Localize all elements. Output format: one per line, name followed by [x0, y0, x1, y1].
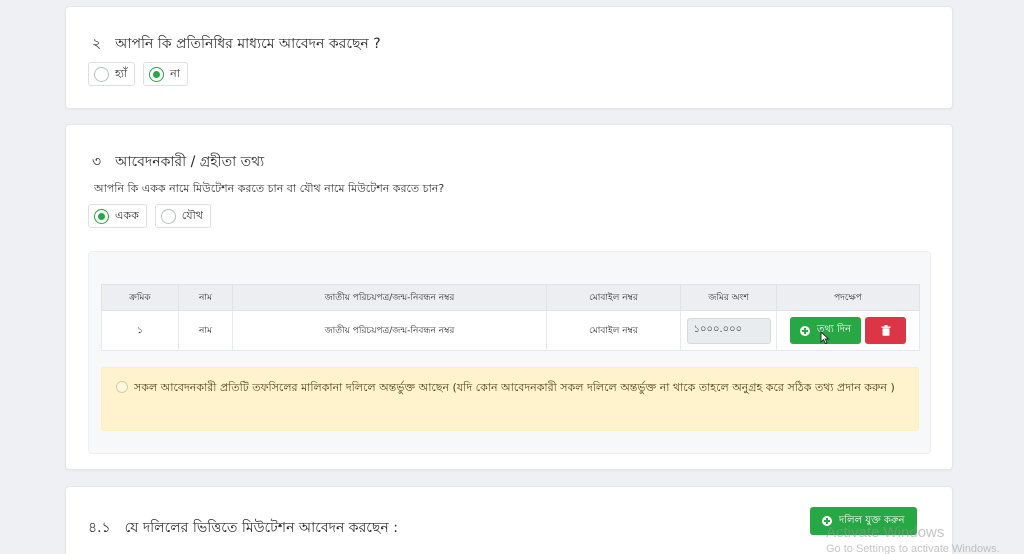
- cell-land-share: [680, 310, 777, 351]
- land-share-input[interactable]: [686, 317, 771, 344]
- section-3-title: ৩ আবেদনকারী / গ্রহীতা তথ্য: [92, 150, 264, 174]
- cell-name: নাম: [178, 310, 233, 351]
- radio-label: হ্যাঁ: [115, 66, 128, 80]
- cell-action: তথ্য দিন: [776, 310, 920, 351]
- applicant-table: ক্রমিক নাম জাতীয় পরিচয়পত্র/জন্ম-নিবন্ধ…: [101, 284, 920, 351]
- mutation-type-question: আপনি কি একক নামে মিউটেশন করতে চান বা যৌথ…: [94, 182, 445, 195]
- header-mobile: মোবাইল নম্বর: [546, 284, 681, 311]
- representative-question-card: ২ আপনি কি প্রতিনিধির মাধ্যমে আবেদন করছেন…: [65, 6, 953, 109]
- activation-watermark: Activate Windows Go to Settings to activ…: [826, 524, 1000, 554]
- section-question: আপনি কি প্রতিনিধির মাধ্যমে আবেদন করছেন ?: [115, 36, 381, 52]
- plus-circle-icon: [799, 325, 810, 336]
- section-title: আবেদনকারী / গ্রহীতা তথ্য: [115, 154, 265, 170]
- header-land-share: জমির অংশ: [680, 284, 777, 311]
- mouse-cursor-icon: [820, 331, 830, 345]
- mutation-type-radio-group: একক যৌথ: [88, 204, 211, 228]
- radio-option-yes[interactable]: হ্যাঁ: [88, 62, 136, 86]
- table-header-row: ক্রমিক নাম জাতীয় পরিচয়পত্র/জন্ম-নিবন্ধ…: [101, 284, 920, 311]
- radio-button[interactable]: [160, 208, 176, 224]
- section-2-title: ২ আপনি কি প্রতিনিধির মাধ্যমে আবেদন করছেন…: [92, 32, 381, 56]
- radio-option-joint[interactable]: যৌথ: [154, 204, 211, 228]
- cell-mobile: মোবাইল নম্বর: [546, 310, 681, 351]
- radio-option-no[interactable]: না: [143, 62, 188, 86]
- radio-option-single[interactable]: একক: [88, 204, 147, 228]
- header-serial: ক্রমিক: [101, 284, 179, 311]
- table-row: ১ নাম জাতীয় পরিচয়পত্র/জন্ম-নিবন্ধন নম্…: [101, 310, 920, 351]
- radio-button[interactable]: [149, 66, 165, 82]
- section-4-title: ৪.১ যে দলিলের ভিত্তিতে মিউটেশন আবেদন করছ…: [88, 516, 398, 540]
- cell-nid: জাতীয় পরিচয়পত্র/জন্ম-নিবন্ধন নম্বর: [232, 310, 547, 351]
- warning-text: সকল আবেদনকারী প্রতিটি তফসিলের মালিকানা দ…: [134, 381, 895, 394]
- section-number: ৩: [92, 154, 102, 170]
- confirm-checkbox[interactable]: [116, 381, 128, 393]
- section-number: ৪.১: [88, 520, 111, 536]
- radio-button[interactable]: [94, 66, 109, 82]
- delete-button[interactable]: [865, 317, 907, 344]
- radio-button[interactable]: [94, 208, 109, 224]
- applicant-panel: ক্রমিক নাম জাতীয় পরিচয়পত্র/জন্ম-নিবন্ধ…: [88, 251, 931, 454]
- header-action: পদক্ষেপ: [776, 284, 920, 311]
- header-nid: জাতীয় পরিচয়পত্র/জন্ম-নিবন্ধন নম্বর: [232, 284, 547, 311]
- watermark-line-2: Go to Settings to activate Windows.: [826, 543, 1000, 554]
- watermark-line-1: Activate Windows: [826, 524, 945, 541]
- representative-radio-group: হ্যাঁ না: [88, 62, 188, 86]
- cell-serial: ১: [101, 310, 179, 351]
- radio-label: একক: [115, 208, 139, 222]
- section-question: যে দলিলের ভিত্তিতে মিউটেশন আবেদন করছেন :: [124, 520, 398, 536]
- trash-icon: [881, 325, 891, 336]
- radio-label: যৌথ: [181, 208, 203, 222]
- ownership-warning: সকল আবেদনকারী প্রতিটি তফসিলের মালিকানা দ…: [101, 367, 919, 431]
- applicant-info-card: ৩ আবেদনকারী / গ্রহীতা তথ্য আপনি কি একক ন…: [65, 124, 953, 470]
- radio-label: না: [170, 66, 180, 80]
- deed-info-card: ৪.১ যে দলিলের ভিত্তিতে মিউটেশন আবেদন করছ…: [65, 486, 953, 554]
- section-number: ২: [92, 36, 102, 52]
- header-name: নাম: [178, 284, 233, 311]
